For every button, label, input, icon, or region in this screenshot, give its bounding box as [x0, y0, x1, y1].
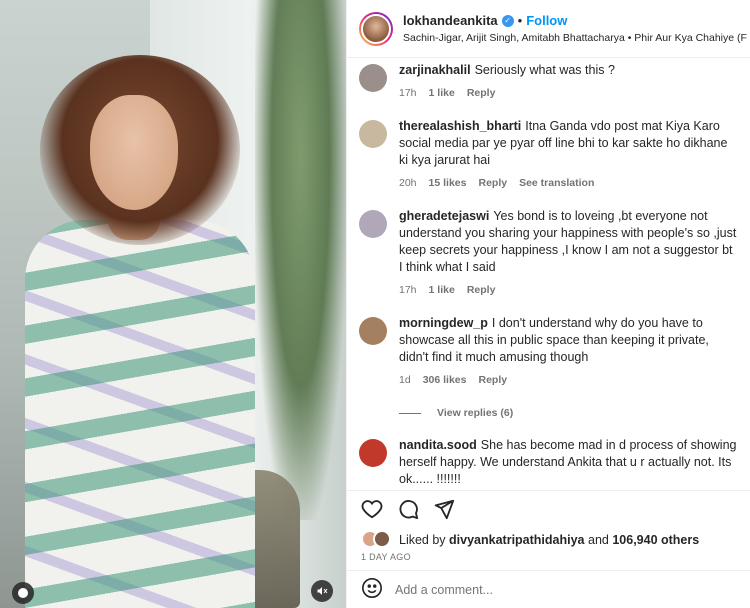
likes-summary: Liked by divyankatripathidahiya and 106,…	[347, 530, 750, 550]
comment-likes[interactable]: 15 likes	[429, 175, 467, 192]
comment-icon[interactable]	[397, 498, 419, 523]
reply-button[interactable]: Reply	[467, 85, 496, 102]
commenter-avatar[interactable]	[359, 317, 387, 345]
view-replies-button[interactable]: View replies (6)	[399, 407, 738, 419]
comment-item: gheradetejaswi Yes bond is to loveing ,bt…	[359, 208, 738, 299]
audio-link[interactable]: Sachin-Jigar, Arijit Singh, Amitabh Bhat…	[403, 32, 747, 44]
send-icon[interactable]	[433, 498, 455, 523]
speaker-muted-icon[interactable]	[311, 580, 333, 602]
smiley-icon[interactable]	[361, 577, 383, 602]
add-comment-bar	[347, 570, 750, 608]
comment-text: Seriously what was this ?	[474, 63, 615, 77]
comment-time[interactable]: 17h	[399, 85, 417, 102]
commenter-avatar[interactable]	[359, 64, 387, 92]
comment-item: nandita.sood She has become mad in d proc…	[359, 437, 738, 488]
comment-username[interactable]: gheradetejaswi	[399, 209, 489, 223]
post-actions	[347, 490, 750, 530]
comment-username[interactable]: therealashish_bharti	[399, 119, 521, 133]
comment-likes[interactable]: 306 likes	[423, 372, 467, 389]
plant-background	[255, 0, 346, 520]
header-separator: •	[517, 13, 523, 28]
comment-likes[interactable]: 1 like	[429, 85, 455, 102]
liker-avatars[interactable]	[361, 530, 393, 550]
add-comment-input[interactable]	[395, 582, 736, 597]
reply-button[interactable]: Reply	[467, 282, 496, 299]
heart-icon[interactable]	[361, 498, 383, 523]
comment-item: zarjinakhalil Seriously what was this ? 1…	[359, 62, 738, 102]
verified-badge-icon: ✓	[501, 14, 514, 27]
comment-item: morningdew_p I don't understand why do yo…	[359, 315, 738, 389]
see-translation-button[interactable]: See translation	[519, 175, 594, 192]
comments-list[interactable]: zarjinakhalil Seriously what was this ? 1…	[347, 58, 750, 490]
reply-button[interactable]: Reply	[478, 372, 507, 389]
commenter-avatar[interactable]	[359, 439, 387, 467]
replies-divider	[399, 412, 421, 414]
author-username[interactable]: lokhandeankita	[403, 13, 498, 28]
post-header: lokhandeankita ✓ • Follow Sachin-Jigar, …	[347, 0, 750, 58]
likes-count[interactable]: 106,940 others	[612, 533, 699, 547]
comment-likes[interactable]: 1 like	[429, 282, 455, 299]
commenter-avatar[interactable]	[359, 120, 387, 148]
author-avatar[interactable]	[359, 11, 393, 46]
commenter-avatar[interactable]	[359, 210, 387, 238]
comment-username[interactable]: nandita.sood	[399, 438, 477, 452]
reply-button[interactable]: Reply	[478, 175, 507, 192]
comment-username[interactable]: morningdew_p	[399, 316, 488, 330]
comment-time[interactable]: 17h	[399, 282, 417, 299]
person-face	[90, 95, 178, 210]
comment-time[interactable]: 1d	[399, 372, 411, 389]
comment-username[interactable]: zarjinakhalil	[399, 63, 471, 77]
liked-by-and: and	[588, 533, 609, 547]
liked-by-prefix: Liked by	[399, 533, 446, 547]
comment-item: therealashish_bharti Itna Ganda vdo post …	[359, 118, 738, 192]
post-media[interactable]	[0, 0, 346, 608]
comment-time[interactable]: 20h	[399, 175, 417, 192]
liked-by-user[interactable]: divyankatripathidahiya	[449, 533, 584, 547]
post-side-panel: lokhandeankita ✓ • Follow Sachin-Jigar, …	[346, 0, 750, 608]
tag-indicator-icon[interactable]	[12, 582, 34, 604]
post-time-ago[interactable]: 1 DAY AGO	[347, 550, 750, 562]
author-info: lokhandeankita ✓ • Follow Sachin-Jigar, …	[403, 13, 747, 44]
instagram-post-view: lokhandeankita ✓ • Follow Sachin-Jigar, …	[0, 0, 750, 608]
view-replies-label[interactable]: View replies (6)	[437, 407, 513, 419]
follow-button[interactable]: Follow	[526, 13, 567, 28]
person-shirt	[25, 220, 255, 608]
